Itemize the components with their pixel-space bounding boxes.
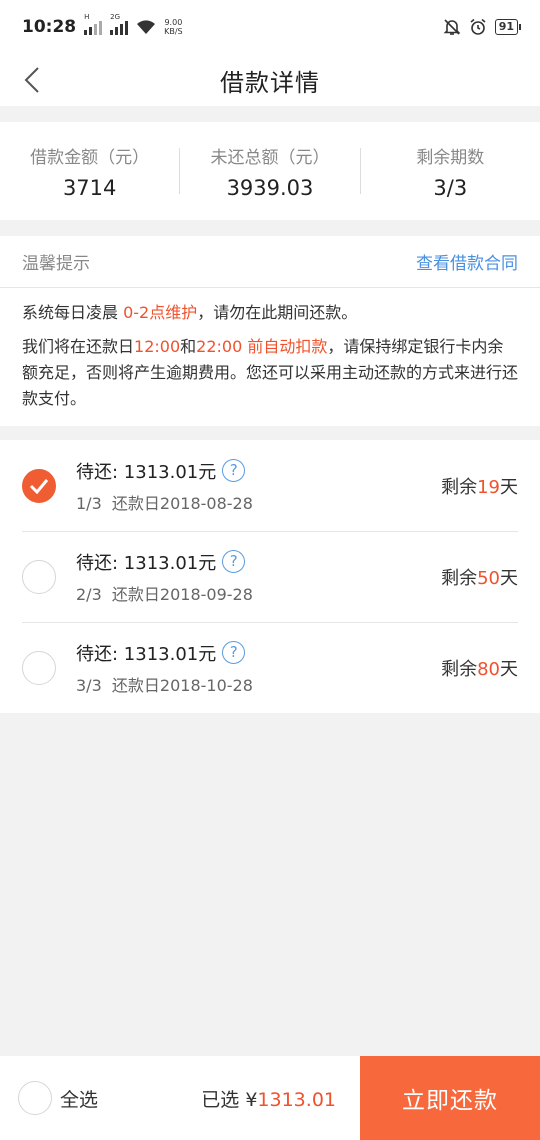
outstanding-total: 未还总额（元） 3939.03 xyxy=(180,143,359,200)
loan-amount-label: 借款金额（元） xyxy=(30,147,150,168)
installment-checkbox[interactable] xyxy=(22,559,56,594)
help-icon[interactable]: ? xyxy=(222,641,246,664)
nav-bar: 借款详情 xyxy=(0,54,540,106)
tips-title: 温馨提示 xyxy=(22,254,90,274)
installment-due-date: 还款日2018-10-28 xyxy=(111,675,253,695)
status-bar: 10:28 H 2G 9.00 KB/S 91 xyxy=(0,0,540,54)
loan-summary: 借款金额（元） 3714 未还总额（元） 3939.03 剩余期数 3/3 xyxy=(0,122,540,220)
remaining-periods-value: 3/3 xyxy=(433,175,468,200)
tips-section: 温馨提示 查看借款合同 系统每日凌晨 0-2点维护，请勿在此期间还款。 我们将在… xyxy=(0,236,540,426)
signal-icon: 2G xyxy=(110,13,129,35)
installment-amount: 待还: 1313.01元 xyxy=(76,643,217,665)
page-title: 借款详情 xyxy=(220,68,320,97)
tips-header: 温馨提示 查看借款合同 xyxy=(0,236,540,288)
selected-amount: 1313.01 xyxy=(257,1088,336,1111)
net-speed: 9.00 KB/S xyxy=(164,18,183,36)
installment-period: 1/3 xyxy=(76,493,102,513)
installment-row[interactable]: 待还: 1313.01元? 3/3 还款日2018-10-28 剩余80天 xyxy=(0,622,540,713)
battery-icon: 91 xyxy=(494,19,522,35)
remaining-periods-label: 剩余期数 xyxy=(416,147,485,168)
remaining-periods: 剩余期数 3/3 xyxy=(361,143,540,200)
help-icon[interactable]: ? xyxy=(222,459,246,482)
installment-due-date: 还款日2018-09-28 xyxy=(111,584,253,604)
view-contract-link[interactable]: 查看借款合同 xyxy=(416,249,518,274)
outstanding-total-label: 未还总额（元） xyxy=(210,147,330,168)
status-time: 10:28 xyxy=(22,17,77,37)
installment-period: 3/3 xyxy=(76,675,102,695)
installment-amount: 待还: 1313.01元 xyxy=(76,552,217,574)
installment-amount: 待还: 1313.01元 xyxy=(76,461,217,483)
tips-line-maintenance: 系统每日凌晨 0-2点维护，请勿在此期间还款。 xyxy=(22,303,358,322)
tips-body: 系统每日凌晨 0-2点维护，请勿在此期间还款。 我们将在还款日12:00和22:… xyxy=(0,288,540,426)
wifi-icon xyxy=(137,20,156,34)
signal-icon: H xyxy=(84,13,103,35)
alarm-icon xyxy=(470,18,486,35)
installment-row[interactable]: 待还: 1313.01元? 1/3 还款日2018-08-28 剩余19天 xyxy=(0,440,540,531)
back-button[interactable] xyxy=(24,62,48,98)
bell-muted-icon xyxy=(443,19,461,35)
outstanding-total-value: 3939.03 xyxy=(226,175,314,200)
help-icon[interactable]: ? xyxy=(222,550,246,573)
loan-amount-value: 3714 xyxy=(62,175,117,200)
installment-period: 2/3 xyxy=(76,584,102,604)
selected-total: 已选 ¥1313.01 xyxy=(201,1088,336,1111)
bottom-bar: 全选 已选 ¥1313.01 立即还款 xyxy=(0,1056,540,1140)
select-all-label: 全选 xyxy=(60,1088,99,1111)
tips-line-autodebit: 我们将在还款日12:00和22:00 前自动扣款，请保持绑定银行卡内余额充足，否… xyxy=(22,337,519,408)
installment-due-date: 还款日2018-08-28 xyxy=(111,493,253,513)
select-all[interactable]: 全选 xyxy=(0,1081,190,1115)
loan-amount: 借款金额（元） 3714 xyxy=(0,143,179,200)
checkmark-icon xyxy=(29,478,49,494)
installment-list: 待还: 1313.01元? 1/3 还款日2018-08-28 剩余19天 待还… xyxy=(0,440,540,713)
days-remaining: 剩余19天 xyxy=(441,476,518,498)
days-remaining: 剩余50天 xyxy=(441,567,518,589)
installment-row[interactable]: 待还: 1313.01元? 2/3 还款日2018-09-28 剩余50天 xyxy=(0,531,540,622)
installment-checkbox[interactable] xyxy=(22,650,56,685)
pay-now-button[interactable]: 立即还款 xyxy=(360,1056,540,1140)
installment-checkbox[interactable] xyxy=(22,468,56,503)
days-remaining: 剩余80天 xyxy=(441,658,518,680)
chevron-left-icon xyxy=(24,67,39,93)
select-all-checkbox[interactable] xyxy=(18,1081,52,1115)
